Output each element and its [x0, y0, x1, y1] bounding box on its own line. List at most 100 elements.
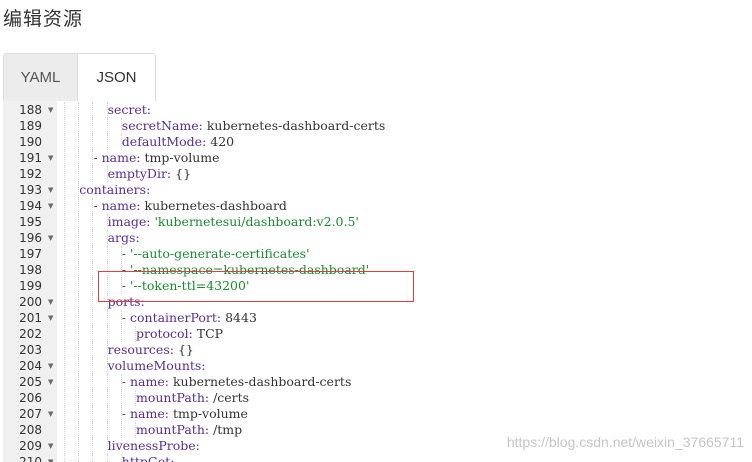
list-dash: -: [93, 198, 102, 213]
page-title: 编辑资源: [3, 8, 84, 30]
yaml-value: /certs: [209, 390, 250, 405]
yaml-value: TCP: [192, 326, 224, 341]
yaml-value: {}: [171, 166, 192, 181]
line-number: 201 ▼: [3, 310, 57, 326]
yaml-string: '--auto-generate-certificates': [130, 246, 310, 261]
code-line[interactable]: mountPath: /certs: [61, 390, 752, 406]
line-number: 195: [3, 214, 57, 230]
yaml-key: secret:: [107, 102, 152, 117]
yaml-key: volumeMounts:: [107, 358, 206, 373]
code-line[interactable]: secretName: kubernetes-dashboard-certs: [61, 118, 752, 134]
code-line[interactable]: containers:: [61, 182, 752, 198]
code-line[interactable]: - name: tmp-volume: [61, 150, 752, 166]
code-line[interactable]: httpGet:: [61, 454, 752, 462]
line-number-text: 190: [19, 135, 42, 149]
fold-toggle-icon[interactable]: ▼: [48, 406, 53, 422]
line-number-text: 188: [19, 103, 42, 117]
code-line[interactable]: - name: kubernetes-dashboard: [61, 198, 752, 214]
line-number: 200 ▼: [3, 294, 57, 310]
line-number-text: 205: [19, 375, 42, 389]
fold-toggle-icon[interactable]: ▼: [48, 438, 53, 454]
code-line[interactable]: args:: [61, 230, 752, 246]
line-number-text: 193: [19, 183, 42, 197]
line-number-text: 203: [19, 343, 42, 357]
yaml-key: httpGet:: [121, 454, 175, 462]
code-line[interactable]: resources: {}: [61, 342, 752, 358]
line-number-text: 209: [19, 439, 42, 453]
tab-yaml[interactable]: YAML: [3, 53, 78, 101]
line-number-text: 191: [19, 151, 42, 165]
list-dash: -: [121, 246, 130, 261]
yaml-key: secretName:: [121, 118, 203, 133]
yaml-key: args:: [107, 230, 140, 245]
code-line[interactable]: - name: kubernetes-dashboard-certs: [61, 374, 752, 390]
yaml-string: 'kubernetesui/dashboard:v2.0.5': [150, 214, 359, 229]
fold-toggle-icon[interactable]: ▼: [48, 454, 53, 462]
yaml-key: containerPort:: [130, 310, 222, 325]
fold-toggle-icon[interactable]: ▼: [48, 150, 53, 166]
code-line[interactable]: volumeMounts:: [61, 358, 752, 374]
yaml-value: /tmp: [209, 422, 243, 437]
code-line[interactable]: image: 'kubernetesui/dashboard:v2.0.5': [61, 214, 752, 230]
line-number: 196 ▼: [3, 230, 57, 246]
fold-toggle-icon[interactable]: ▼: [48, 310, 53, 326]
yaml-value: tmp-volume: [140, 150, 220, 165]
line-number: 199: [3, 278, 57, 294]
line-number-text: 189: [19, 119, 42, 133]
line-number: 194 ▼: [3, 198, 57, 214]
fold-toggle-icon[interactable]: ▼: [48, 198, 53, 214]
code-line[interactable]: defaultMode: 420: [61, 134, 752, 150]
line-number-text: 195: [19, 215, 42, 229]
line-number: 193 ▼: [3, 182, 57, 198]
line-number-text: 199: [19, 279, 42, 293]
line-number: 210 ▼: [3, 454, 57, 462]
yaml-key: mountPath:: [136, 422, 210, 437]
line-number: 191 ▼: [3, 150, 57, 166]
line-number: 207 ▼: [3, 406, 57, 422]
yaml-value: 8443: [221, 310, 257, 325]
line-number-text: 207: [19, 407, 42, 421]
fold-toggle-icon[interactable]: ▼: [48, 182, 53, 198]
line-number: 188 ▼: [3, 102, 57, 118]
tab-json[interactable]: JSON: [78, 53, 156, 101]
line-number: 204 ▼: [3, 358, 57, 374]
list-dash: -: [121, 406, 130, 421]
line-number: 202: [3, 326, 57, 342]
watermark: https://blog.csdn.net/weixin_37665711: [506, 434, 744, 450]
yaml-value: {}: [173, 342, 194, 357]
line-number-text: 196: [19, 231, 42, 245]
yaml-value: 420: [206, 134, 235, 149]
code-line[interactable]: emptyDir: {}: [61, 166, 752, 182]
yaml-key: containers:: [79, 182, 151, 197]
fold-toggle-icon[interactable]: ▼: [48, 294, 53, 310]
line-number-text: 206: [19, 391, 42, 405]
code-line[interactable]: - name: tmp-volume: [61, 406, 752, 422]
fold-toggle-icon[interactable]: ▼: [48, 230, 53, 246]
yaml-key: name:: [130, 406, 169, 421]
fold-toggle-icon[interactable]: ▼: [48, 358, 53, 374]
yaml-key: defaultMode:: [121, 134, 207, 149]
line-number: 198: [3, 262, 57, 278]
line-number-text: 210: [19, 455, 42, 462]
code-line[interactable]: - '--auto-generate-certificates': [61, 246, 752, 262]
code-line[interactable]: protocol: TCP: [61, 326, 752, 342]
list-dash: -: [121, 374, 130, 389]
line-number-text: 208: [19, 423, 42, 437]
code-line[interactable]: secret:: [61, 102, 752, 118]
yaml-value: kubernetes-dashboard: [140, 198, 287, 213]
fold-toggle-icon[interactable]: ▼: [48, 374, 53, 390]
fold-toggle-icon[interactable]: ▼: [48, 102, 53, 118]
yaml-key: resources:: [107, 342, 174, 357]
line-number-text: 198: [19, 263, 42, 277]
code-line[interactable]: - containerPort: 8443: [61, 310, 752, 326]
line-number: 203: [3, 342, 57, 358]
line-number-text: 200: [19, 295, 42, 309]
line-number: 208: [3, 422, 57, 438]
line-number: 197: [3, 246, 57, 262]
line-number-text: 201: [19, 311, 42, 325]
line-number-text: 202: [19, 327, 42, 341]
line-number: 209 ▼: [3, 438, 57, 454]
line-number-text: 204: [19, 359, 42, 373]
yaml-key: protocol:: [136, 326, 193, 341]
line-number-text: 192: [19, 167, 42, 181]
